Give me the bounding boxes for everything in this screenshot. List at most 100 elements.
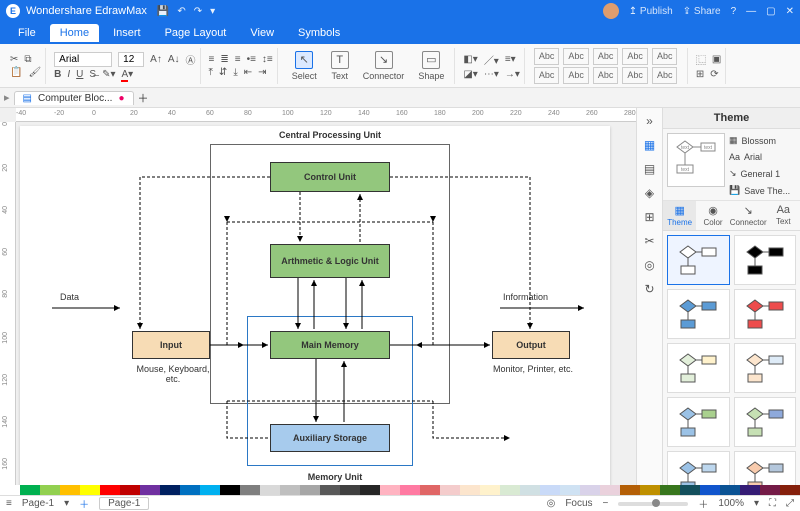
color-swatch[interactable] <box>680 485 700 495</box>
rp-tab-color[interactable]: ◉Color <box>696 201 729 230</box>
color-swatch[interactable] <box>760 485 780 495</box>
align-icon[interactable]: ⊞ <box>696 69 704 80</box>
select-tool[interactable]: ↖Select <box>286 49 323 83</box>
theme-thumb[interactable] <box>734 343 797 393</box>
strike-icon[interactable]: S̶ <box>89 69 96 80</box>
font-color-icon[interactable]: A▾ <box>121 69 133 80</box>
color-swatch[interactable] <box>500 485 520 495</box>
focus-mode-icon[interactable]: ◎ <box>547 498 556 509</box>
line-spacing-icon[interactable]: ↕≡ <box>262 54 273 65</box>
color-swatch[interactable] <box>200 485 220 495</box>
rotate-icon[interactable]: ⟳ <box>710 69 718 80</box>
bullets-icon[interactable]: •≡ <box>247 54 256 65</box>
color-bar[interactable] <box>0 485 800 495</box>
align-left-icon[interactable]: ≡ <box>209 54 215 65</box>
menu-symbols[interactable]: Symbols <box>288 24 350 42</box>
publish-button[interactable]: ↥ Publish <box>629 6 673 17</box>
color-swatch[interactable] <box>720 485 740 495</box>
valign-middle-icon[interactable]: ⇵ <box>219 67 227 78</box>
theme-thumb[interactable] <box>734 397 797 447</box>
color-swatch[interactable] <box>100 485 120 495</box>
color-swatch[interactable] <box>780 485 800 495</box>
share-button[interactable]: ⇪ Share <box>683 6 721 17</box>
color-swatch[interactable] <box>560 485 580 495</box>
color-swatch[interactable] <box>620 485 640 495</box>
color-swatch[interactable] <box>240 485 260 495</box>
new-tab-button[interactable]: ＋ <box>138 90 149 106</box>
menu-page-layout[interactable]: Page Layout <box>155 24 237 42</box>
add-page-button[interactable]: ＋ <box>79 496 89 511</box>
page[interactable]: Central Processing Unit Control Unit Art… <box>20 126 610 495</box>
theme-thumb[interactable] <box>667 289 730 339</box>
qat-chevron-icon[interactable]: ▾ <box>210 6 215 17</box>
color-swatch[interactable] <box>440 485 460 495</box>
fullscreen-icon[interactable]: ⤢ <box>786 498 794 509</box>
menu-home[interactable]: Home <box>50 24 99 42</box>
style-preset[interactable]: Abc <box>622 48 648 65</box>
zoom-out-icon[interactable]: − <box>603 498 609 509</box>
color-swatch[interactable] <box>120 485 140 495</box>
theme-thumb[interactable] <box>667 235 730 285</box>
color-swatch[interactable] <box>300 485 320 495</box>
valign-top-icon[interactable]: ⤒ <box>209 67 213 78</box>
color-swatch[interactable] <box>660 485 680 495</box>
dimensions-icon[interactable]: ⊞ <box>644 210 654 224</box>
color-swatch[interactable] <box>260 485 280 495</box>
maximize-icon[interactable]: ▢ <box>766 6 775 17</box>
style-preset[interactable]: Abc <box>563 48 589 65</box>
theme-panel-icon[interactable]: ▦ <box>644 138 655 152</box>
font-size-select[interactable] <box>118 52 144 67</box>
theme-thumb[interactable] <box>667 343 730 393</box>
avatar[interactable] <box>603 3 619 19</box>
alu-box[interactable]: Arthmetic & Logic Unit <box>270 244 390 278</box>
save-icon[interactable]: 💾 <box>157 6 169 17</box>
fit-page-icon[interactable]: ⛶ <box>769 498 776 509</box>
menu-view[interactable]: View <box>240 24 284 42</box>
bring-front-icon[interactable]: ▣ <box>712 54 721 65</box>
align-center-icon[interactable]: ≣ <box>220 54 228 65</box>
color-swatch[interactable] <box>700 485 720 495</box>
line-style-icon[interactable]: ⋯▾ <box>484 69 499 80</box>
color-swatch[interactable] <box>80 485 100 495</box>
color-swatch[interactable] <box>460 485 480 495</box>
color-swatch[interactable] <box>740 485 760 495</box>
highlight-icon[interactable]: ✎▾ <box>102 69 115 80</box>
group-icon[interactable]: ⿺ <box>696 52 706 67</box>
color-swatch[interactable] <box>600 485 620 495</box>
color-swatch[interactable] <box>420 485 440 495</box>
connector-option[interactable]: ↘General 1 <box>729 168 796 179</box>
redo-icon[interactable]: ↷ <box>194 6 202 17</box>
menu-file[interactable]: File <box>8 24 46 42</box>
color-swatch[interactable] <box>540 485 560 495</box>
italic-icon[interactable]: I <box>67 69 70 80</box>
undo-icon[interactable]: ↶ <box>177 6 185 17</box>
connector-tool[interactable]: ↘Connector <box>357 49 411 83</box>
color-swatch[interactable] <box>180 485 200 495</box>
color-swatch[interactable] <box>320 485 340 495</box>
dock-chevron-icon[interactable]: » <box>646 114 653 128</box>
style-preset[interactable]: Abc <box>593 67 619 84</box>
shape-tool[interactable]: ▭Shape <box>412 49 450 83</box>
help-icon[interactable]: ? <box>731 6 737 17</box>
font-select[interactable] <box>54 52 112 67</box>
history-icon[interactable]: ↻ <box>644 282 654 296</box>
page-setup-icon[interactable]: ▤ <box>644 162 655 176</box>
color-swatch[interactable] <box>60 485 80 495</box>
menu-insert[interactable]: Insert <box>103 24 151 42</box>
color-swatch[interactable] <box>220 485 240 495</box>
page-options-icon[interactable]: ▾ <box>64 498 69 509</box>
color-swatch[interactable] <box>280 485 300 495</box>
aux-storage-box[interactable]: Auxiliary Storage <box>270 424 390 452</box>
style-preset[interactable]: Abc <box>534 48 560 65</box>
line-weight-icon[interactable]: ≡▾ <box>505 54 516 65</box>
color-swatch[interactable] <box>580 485 600 495</box>
properties-icon[interactable]: ◎ <box>644 258 654 272</box>
color-swatch[interactable] <box>480 485 500 495</box>
theme-thumb[interactable] <box>667 397 730 447</box>
rp-tab-text[interactable]: AaText <box>767 201 800 230</box>
line-icon[interactable]: ／▾ <box>484 52 499 67</box>
arrow-style-icon[interactable]: →▾ <box>505 69 520 80</box>
style-preset[interactable]: Abc <box>593 48 619 65</box>
style-preset[interactable]: Abc <box>622 67 648 84</box>
rp-tab-theme[interactable]: ▦Theme <box>663 201 696 230</box>
